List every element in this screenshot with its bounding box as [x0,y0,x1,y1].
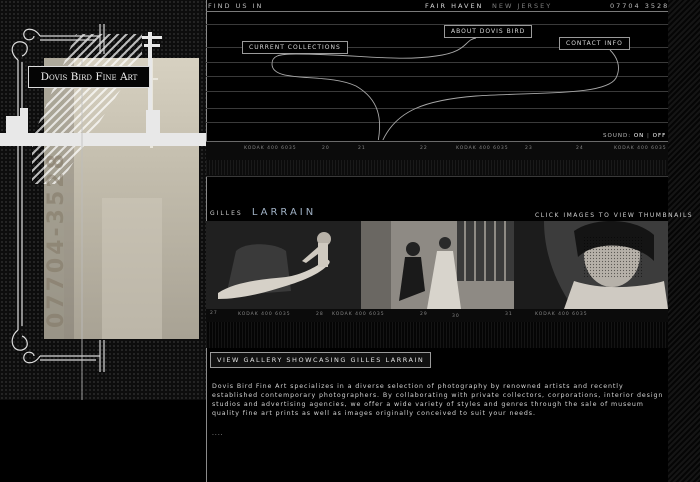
thumbnail-dancers[interactable] [361,221,514,309]
film-number: 22 [420,146,428,151]
film-number: 29 [420,312,428,317]
film-number: 24 [576,146,584,151]
logo-text: Dovis Bird Fine Art [40,71,138,83]
film-code: KODAK 400 6035 [332,312,385,317]
film-code: KODAK 400 6035 [244,146,297,151]
film-number: 23 [525,146,533,151]
sound-on-button[interactable]: ON [634,133,644,139]
film-code: KODAK 400 6035 [456,146,509,151]
film-number: 20 [322,146,330,151]
ornamental-frame [0,24,206,400]
sound-toggle: SOUND: ON | OFF [603,133,666,139]
click-hint: CLICK IMAGES TO VIEW THUMBNAILS [535,212,694,219]
film-strip-top-texture [206,160,668,175]
film-code: KODAK 400 6035 [535,312,588,317]
film-number: 30 [452,314,460,319]
logo[interactable]: Dovis Bird Fine Art [28,66,150,88]
sound-separator: | [647,133,650,139]
film-number: 28 [316,312,324,317]
description-text: Dovis Bird Fine Art specializes in a div… [212,383,664,417]
film-number: 21 [358,146,366,151]
artist-heading: GILLES LARRAIN [210,200,316,219]
film-number: 31 [505,312,513,317]
thumbnail-reclining-figure[interactable] [206,221,361,309]
film-strip-bottom-texture [206,322,668,348]
ellipsis: .... [212,430,224,437]
connector-curves [271,37,619,140]
artist-last-name: LARRAIN [251,207,317,218]
right-edge-pattern [668,0,700,482]
film-code: KODAK 400 6035 [238,312,291,317]
film-number: 27 [210,311,218,316]
artist-first-name: GILLES [210,210,243,217]
sound-label: SOUND: [603,133,632,139]
film-code: KODAK 400 6035 [614,146,667,151]
thumbnail-veiled-portrait[interactable] [514,221,668,309]
view-gallery-button[interactable]: VIEW GALLERY SHOWCASING GILLES LARRAIN [210,352,432,368]
sound-off-button[interactable]: OFF [653,133,667,139]
